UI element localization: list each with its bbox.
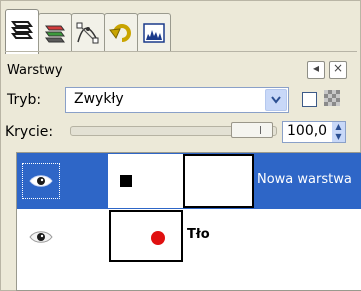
checkerboard-alpha-icon — [324, 90, 340, 106]
layer-row[interactable]: Nowa warstwa — [17, 153, 361, 209]
channels-icon — [45, 25, 65, 43]
opacity-slider-thumb[interactable] — [231, 122, 273, 138]
spin-up-icon[interactable]: ▲ — [332, 123, 345, 131]
panel-close-button[interactable]: × — [329, 61, 347, 79]
spin-buttons[interactable]: ▲ ▼ — [332, 122, 345, 142]
red-dot-shape — [151, 231, 165, 245]
mode-value: Zwykły — [74, 91, 124, 107]
layer-row[interactable]: Tło — [17, 209, 361, 264]
dropdown-button[interactable] — [265, 89, 287, 111]
visibility-cell[interactable] — [17, 209, 107, 264]
mode-combobox[interactable]: Zwykły — [65, 87, 289, 113]
opacity-label: Krycie: — [5, 124, 54, 140]
histogram-icon — [143, 23, 165, 43]
dock-tabs — [5, 7, 357, 54]
chevron-down-icon — [271, 96, 281, 104]
opacity-value: 100,0 — [287, 123, 328, 139]
undo-history-tab[interactable] — [104, 13, 138, 52]
layers-icon — [11, 21, 33, 39]
channels-tab[interactable] — [38, 13, 72, 52]
triangle-left-icon: ◂ — [312, 61, 320, 75]
panel-title: Warstwy — [7, 63, 63, 78]
opacity-spinbutton[interactable]: 100,0 ▲ ▼ — [282, 121, 346, 143]
mode-label: Tryb: — [7, 92, 42, 108]
lock-alpha-checkbox[interactable] — [302, 92, 317, 107]
undo-icon — [109, 24, 131, 42]
spin-down-icon[interactable]: ▼ — [332, 133, 345, 141]
paths-icon — [76, 22, 99, 44]
layer-name[interactable]: Nowa warstwa — [257, 172, 352, 187]
eye-icon[interactable] — [29, 174, 53, 188]
layer-mask-thumbnail[interactable] — [183, 154, 254, 208]
layer-thumbnail[interactable] — [109, 210, 183, 262]
black-square-shape — [120, 175, 132, 187]
close-icon: × — [332, 61, 344, 75]
eye-icon[interactable] — [29, 230, 53, 244]
layers-dock: Warstwy ◂ × Tryb: Zwykły Krycie: 100,0 ▲… — [0, 0, 361, 291]
histogram-tab[interactable] — [137, 13, 171, 52]
visibility-cell[interactable] — [17, 153, 107, 209]
layers-tab[interactable] — [5, 9, 39, 54]
tab-separator — [5, 51, 357, 52]
layer-list: Nowa warstwa Tło — [16, 152, 361, 291]
paths-tab[interactable] — [71, 13, 105, 52]
layer-name[interactable]: Tło — [187, 227, 210, 242]
layer-thumbnail[interactable] — [108, 154, 183, 208]
panel-menu-button[interactable]: ◂ — [307, 61, 325, 79]
